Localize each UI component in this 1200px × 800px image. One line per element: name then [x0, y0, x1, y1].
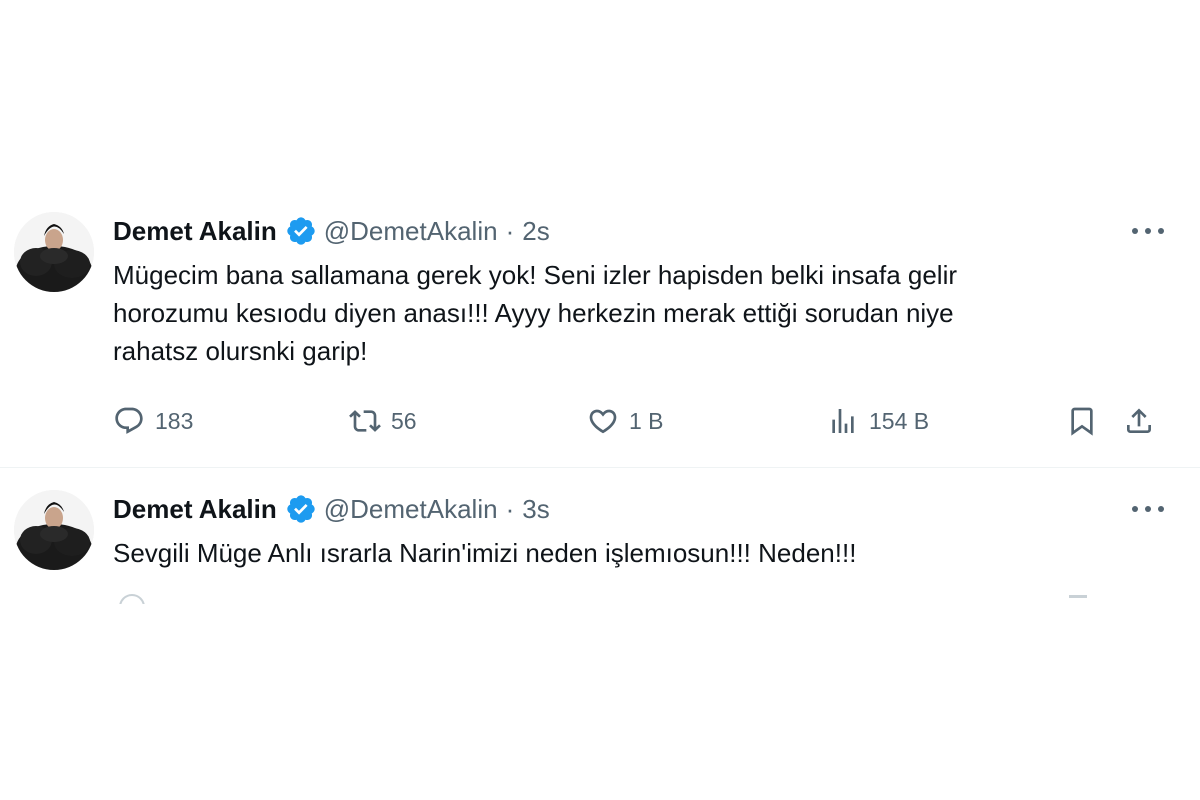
timestamp[interactable]: 2s [522, 216, 549, 247]
views-button[interactable]: 154 B [827, 404, 929, 438]
author-name[interactable]: Demet Akalin [113, 494, 277, 525]
views-icon [827, 405, 859, 437]
tweet[interactable]: Demet Akalin @DemetAkalin · 3s Sevgili M… [0, 468, 1200, 604]
separator: · [505, 215, 515, 246]
tweet-feed: Demet Akalin @DemetAkalin · 2s Mügecim b… [0, 190, 1200, 605]
author-handle[interactable]: @DemetAkalin [324, 216, 498, 247]
bookmark-button[interactable] [1066, 404, 1098, 438]
share-button[interactable] [1123, 404, 1155, 438]
bookmark-icon[interactable] [1069, 595, 1087, 598]
retweet-icon [349, 405, 381, 437]
tweet-text-line: horozumu kesıodu diyen anası!!! Ayyy her… [113, 298, 954, 328]
author-handle[interactable]: @DemetAkalin [324, 494, 498, 525]
views-count: 154 B [869, 407, 930, 434]
author-name[interactable]: Demet Akalin [113, 216, 277, 247]
tweet-actions: 183 56 1 B 154 B [113, 404, 1163, 438]
like-icon [587, 405, 619, 437]
bookmark-icon [1066, 405, 1098, 437]
tweet-text-line: rahatsz olursnki garip! [113, 336, 368, 366]
tweet-text-line: Mügecim bana sallamana gerek yok! Seni i… [113, 260, 958, 290]
retweet-count: 56 [391, 407, 417, 434]
separator: · [505, 493, 515, 524]
more-icon[interactable] [1132, 226, 1164, 236]
verified-badge-icon [285, 493, 317, 525]
tweet-text-line: Sevgili Müge Anlı ısrarla Narin'imizi ne… [113, 538, 857, 568]
like-count: 1 B [629, 407, 664, 434]
tweet-text: Sevgili Müge Anlı ısrarla Narin'imizi ne… [113, 534, 1153, 572]
tweet-header: Demet Akalin @DemetAkalin · 3s [113, 492, 550, 526]
timestamp[interactable]: 3s [522, 494, 549, 525]
avatar[interactable] [14, 212, 94, 292]
more-icon[interactable] [1132, 504, 1164, 514]
verified-badge-icon [285, 215, 317, 247]
tweet-text: Mügecim bana sallamana gerek yok! Seni i… [113, 256, 1153, 370]
avatar[interactable] [14, 490, 94, 570]
like-button[interactable]: 1 B [587, 404, 664, 438]
reply-count: 183 [155, 407, 194, 434]
tweet-header: Demet Akalin @DemetAkalin · 2s [113, 214, 550, 248]
tweet-actions-cropped [113, 592, 1163, 604]
tweet[interactable]: Demet Akalin @DemetAkalin · 2s Mügecim b… [0, 190, 1200, 468]
reply-button[interactable]: 183 [113, 404, 193, 438]
reply-icon [113, 405, 145, 437]
share-icon [1123, 405, 1155, 437]
reply-icon[interactable] [119, 594, 145, 604]
retweet-button[interactable]: 56 [349, 404, 417, 438]
